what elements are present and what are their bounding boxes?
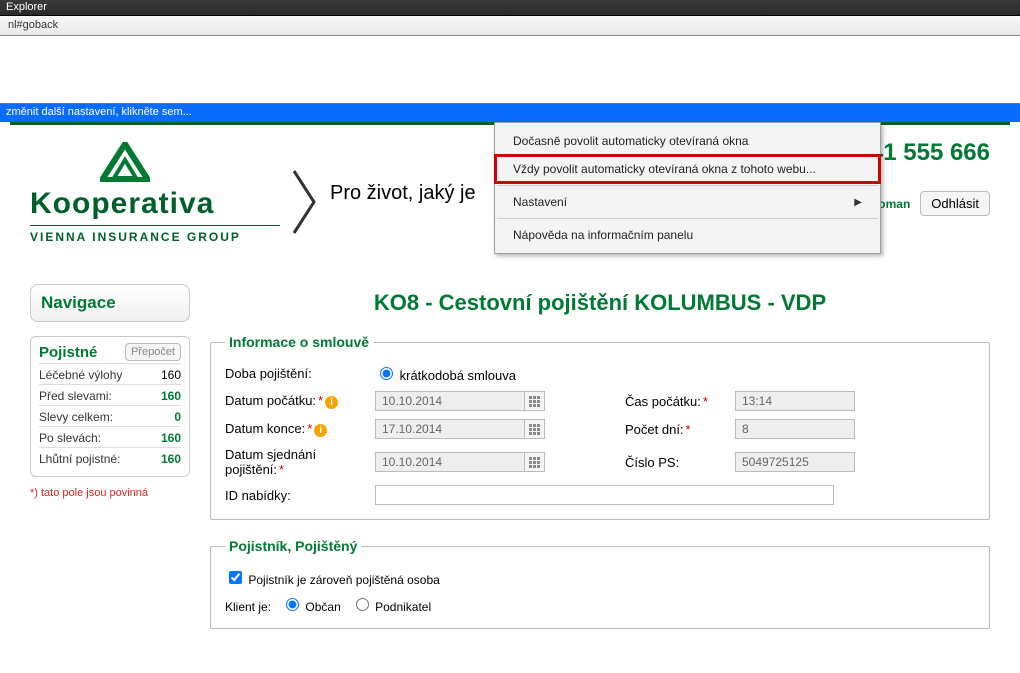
- client-business-radio[interactable]: [356, 598, 369, 611]
- navigation-button[interactable]: Navigace: [30, 284, 190, 322]
- info-icon[interactable]: i: [314, 424, 327, 437]
- client-business-option[interactable]: Podnikatel: [351, 600, 431, 614]
- start-date-field[interactable]: [375, 391, 545, 411]
- popup-blocker-menu: Dočasně povolit automaticky otevíraná ok…: [494, 122, 881, 254]
- same-person-label: Pojistník je zároveň pojištěná osoba: [248, 573, 439, 587]
- contract-info-section: Informace o smlouvě Doba pojištění: krát…: [210, 334, 990, 520]
- label-days: Počet dní:: [625, 422, 725, 437]
- end-date-field[interactable]: [375, 419, 545, 439]
- calendar-icon[interactable]: [525, 452, 545, 472]
- premium-row-periodic: Lhůtní pojistné:160: [39, 447, 181, 468]
- policyholder-legend: Pojistník, Pojištěný: [225, 538, 361, 554]
- calendar-icon[interactable]: [525, 391, 545, 411]
- premium-title: Pojistné: [39, 344, 97, 361]
- recalculate-button[interactable]: Přepočet: [125, 343, 181, 361]
- popup-help[interactable]: Nápověda na informačním panelu: [495, 221, 880, 249]
- premium-row-discounts: Slevy celkem:0: [39, 405, 181, 426]
- sign-date-input[interactable]: [375, 452, 525, 472]
- label-client-type: Klient je:: [225, 600, 271, 614]
- label-offer-id: ID nabídky:: [225, 488, 365, 503]
- logout-button[interactable]: Odhlásit: [920, 191, 990, 216]
- label-ps-number: Číslo PS:: [625, 455, 725, 470]
- info-bar[interactable]: změnit další nastavení, klikněte sem...: [0, 104, 1020, 122]
- same-person-checkbox[interactable]: [229, 571, 242, 584]
- duration-short-label: krátkodobá smlouva: [400, 368, 516, 383]
- end-date-input[interactable]: [375, 419, 525, 439]
- start-date-input[interactable]: [375, 391, 525, 411]
- slogan: Pro život, jaký je: [330, 182, 476, 205]
- policyholder-section: Pojistník, Pojištěný Pojistník je zárove…: [210, 538, 990, 629]
- label-sign-date: Datum sjednání pojištění:: [225, 447, 365, 477]
- duration-short-radio[interactable]: [380, 367, 393, 380]
- days-input[interactable]: [735, 419, 855, 439]
- offer-id-input[interactable]: [375, 485, 834, 505]
- browser-titlebar: Explorer: [0, 0, 1020, 16]
- brand-tagline: VIENNA INSURANCE GROUP: [30, 225, 280, 244]
- label-start-time: Čas počátku:: [625, 394, 725, 409]
- start-time-input[interactable]: [735, 391, 855, 411]
- popup-settings[interactable]: Nastavení ▶: [495, 188, 880, 216]
- brand-name: Kooperativa: [30, 187, 280, 221]
- label-duration: Doba pojištění:: [225, 366, 365, 381]
- label-start-date: Datum počátku:i: [225, 393, 365, 408]
- browser-tab[interactable]: nl#goback: [0, 16, 1020, 36]
- logo-triangle-icon: [100, 142, 150, 182]
- premium-row-before: Před slevami:160: [39, 384, 181, 405]
- client-citizen-radio[interactable]: [286, 598, 299, 611]
- client-citizen-option[interactable]: Občan: [281, 600, 341, 614]
- premium-summary: Pojistné Přepočet Léčebné výlohy160 Před…: [30, 336, 190, 477]
- same-person-check[interactable]: Pojistník je zároveň pojištěná osoba: [225, 568, 975, 587]
- sign-date-field[interactable]: [375, 452, 545, 472]
- calendar-icon[interactable]: [525, 419, 545, 439]
- label-end-date: Datum konce:i: [225, 421, 365, 436]
- popup-allow-temporarily[interactable]: Dočasně povolit automaticky otevíraná ok…: [495, 127, 880, 155]
- required-fields-note: *) tato pole jsou povinná: [30, 487, 190, 499]
- contract-info-legend: Informace o smlouvě: [225, 334, 373, 350]
- ps-number-input[interactable]: [735, 452, 855, 472]
- popup-allow-always[interactable]: Vždy povolit automaticky otevíraná okna …: [495, 155, 880, 183]
- browser-toolbar-area: [0, 36, 1020, 104]
- brand-logo: Kooperativa VIENNA INSURANCE GROUP: [30, 142, 280, 244]
- info-icon[interactable]: i: [325, 396, 338, 409]
- menu-separator: [497, 185, 878, 186]
- submenu-arrow-icon: ▶: [854, 197, 862, 208]
- page-title: KO8 - Cestovní pojištění KOLUMBUS - VDP: [210, 284, 990, 334]
- premium-row-medical: Léčebné výlohy160: [39, 363, 181, 384]
- popup-settings-label: Nastavení: [513, 195, 567, 209]
- duration-radio-group[interactable]: krátkodobá smlouva: [375, 364, 615, 383]
- menu-separator: [497, 218, 878, 219]
- chevron-icon: [290, 167, 320, 240]
- premium-row-after: Po slevách:160: [39, 426, 181, 447]
